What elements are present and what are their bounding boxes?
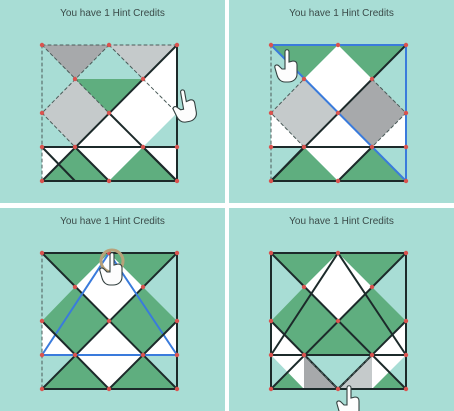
grid-node — [39, 144, 45, 150]
grid-node — [106, 178, 112, 184]
grid-node — [268, 144, 274, 150]
grid-node — [335, 110, 341, 116]
grid-node — [174, 386, 180, 392]
grid-node — [403, 110, 409, 116]
grid-node — [301, 144, 307, 150]
puzzle-panel-1: You have 1 Hint Credits — [0, 0, 225, 203]
grid-node — [369, 352, 375, 358]
grid-node — [72, 352, 78, 358]
tile — [42, 45, 109, 79]
grid-node — [39, 42, 45, 48]
grid-node — [403, 42, 409, 48]
grid-node — [268, 178, 274, 184]
grid-node — [335, 250, 341, 256]
puzzle-board[interactable] — [0, 208, 225, 411]
grid-node — [174, 144, 180, 150]
tutorial-grid: You have 1 Hint Credits You have 1 Hint … — [0, 0, 454, 411]
grid-node — [106, 318, 112, 324]
grid-node — [301, 76, 307, 82]
grid-node — [403, 318, 409, 324]
grid-node — [140, 76, 146, 82]
grid-node — [106, 386, 112, 392]
grid-node — [268, 42, 274, 48]
grid-node — [106, 110, 112, 116]
grid-node — [39, 110, 45, 116]
grid-node — [174, 42, 180, 48]
grid-node — [335, 178, 341, 184]
grid-node — [140, 284, 146, 290]
grid-node — [268, 352, 274, 358]
grid-node — [174, 352, 180, 358]
grid-node — [301, 284, 307, 290]
grid-node — [268, 318, 274, 324]
grid-node — [174, 178, 180, 184]
puzzle-panel-3: You have 1 Hint Credits — [0, 208, 225, 411]
grid-node — [174, 318, 180, 324]
puzzle-board[interactable] — [0, 0, 225, 203]
grid-node — [335, 386, 341, 392]
grid-node — [39, 352, 45, 358]
puzzle-board[interactable] — [229, 208, 454, 411]
grid-node — [301, 352, 307, 358]
grid-node — [140, 352, 146, 358]
grid-node — [39, 250, 45, 256]
puzzle-panel-4: You have 1 Hint Credits — [229, 208, 454, 411]
grid-node — [369, 284, 375, 290]
grid-node — [72, 144, 78, 150]
grid-node — [335, 318, 341, 324]
grid-node — [403, 250, 409, 256]
grid-node — [369, 76, 375, 82]
grid-node — [174, 250, 180, 256]
grid-node — [39, 178, 45, 184]
grid-node — [72, 76, 78, 82]
grid-node — [106, 42, 112, 48]
grid-node — [369, 144, 375, 150]
grid-node — [403, 352, 409, 358]
grid-node — [39, 386, 45, 392]
grid-node — [140, 144, 146, 150]
grid-node — [39, 318, 45, 324]
grid-node — [268, 250, 274, 256]
grid-node — [72, 284, 78, 290]
grid-node — [403, 386, 409, 392]
grid-node — [335, 42, 341, 48]
puzzle-panel-2: You have 1 Hint Credits — [229, 0, 454, 203]
puzzle-board[interactable] — [229, 0, 454, 203]
grid-node — [403, 178, 409, 184]
grid-node — [403, 144, 409, 150]
grid-node — [268, 386, 274, 392]
grid-node — [268, 110, 274, 116]
